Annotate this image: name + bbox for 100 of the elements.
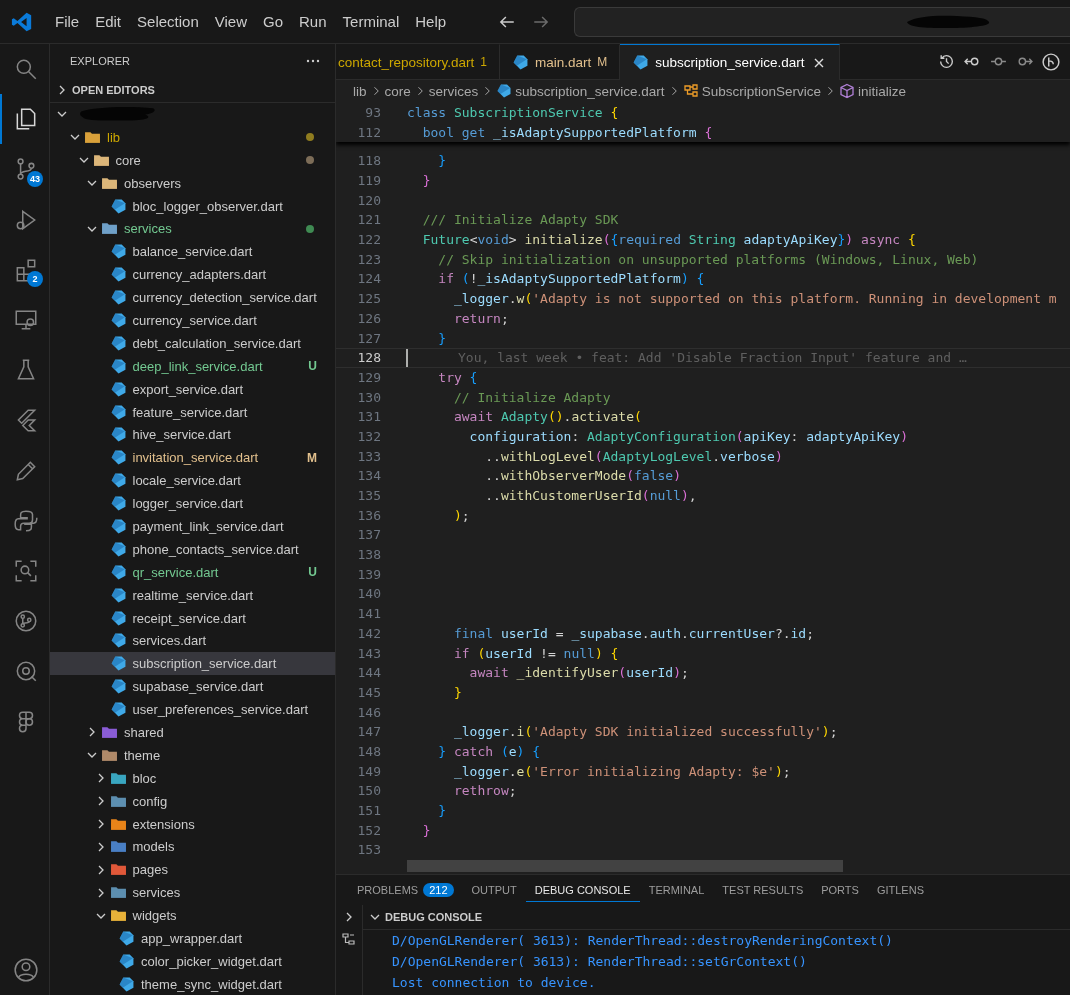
line-number: 152 <box>356 822 381 838</box>
tree-item[interactable]: feature_service.dart <box>50 400 335 424</box>
search-field[interactable] <box>574 6 1070 37</box>
tree-item[interactable]: pages <box>50 858 335 882</box>
activity-button[interactable]: 43 <box>0 144 50 195</box>
tree-item[interactable]: bloc_logger_observer.dart <box>50 194 335 218</box>
breadcrumb-item[interactable]: SubscriptionService <box>701 83 821 99</box>
tree-item[interactable]: currency_detection_service.dart <box>50 286 335 309</box>
file-type-icon <box>109 449 127 467</box>
file-name: services.dart <box>132 633 208 649</box>
tree-item[interactable]: qr_service.dart U <box>50 560 335 584</box>
tree-item[interactable]: services <box>50 217 335 241</box>
menu-item[interactable]: Run <box>291 6 335 37</box>
tree-item[interactable]: debt_calculation_service.dart <box>50 331 335 355</box>
tree-item[interactable]: models <box>50 835 335 859</box>
section-header[interactable]: OPEN EDITORS <box>72 84 155 96</box>
file-name: bloc <box>132 770 158 786</box>
tree-item[interactable]: locale_service.dart <box>50 469 335 493</box>
menu-item[interactable]: Go <box>255 6 291 37</box>
file-type-icon <box>118 952 135 970</box>
file-type-icon <box>109 426 127 444</box>
tree-item[interactable]: config <box>50 789 335 813</box>
tree-item[interactable]: core <box>50 148 335 172</box>
tree-item[interactable]: export_service.dart <box>50 377 335 401</box>
line-number: 122 <box>356 232 381 248</box>
file-name: user_preferences_service.dart <box>132 702 310 718</box>
panel-tab[interactable]: PORTS <box>812 878 868 902</box>
tree-item[interactable]: observers <box>50 171 335 195</box>
tree-item[interactable]: theme_sync_widget.dart <box>50 972 335 995</box>
menu-item[interactable]: File <box>47 6 88 37</box>
tree-icon[interactable] <box>341 932 357 948</box>
breadcrumb-item[interactable]: lib <box>353 83 367 99</box>
tree-item[interactable]: realtime_service.dart <box>50 583 335 607</box>
panel-tab[interactable]: OUTPUT <box>462 878 526 902</box>
tree-item[interactable]: payment_link_service.dart <box>50 515 335 538</box>
tab-label[interactable]: GITLENS <box>876 883 924 896</box>
tree-item[interactable]: services.dart <box>50 629 335 653</box>
tree-item[interactable]: balance_service.dart <box>50 240 335 264</box>
tree-item[interactable]: theme <box>50 743 335 767</box>
breadcrumb-item[interactable]: services <box>428 83 479 99</box>
section-header[interactable]: DEBUG CONSOLE <box>385 911 483 923</box>
tree-item[interactable]: deep_link_service.dart U <box>50 354 335 378</box>
tree-item[interactable]: user_preferences_service.dart <box>50 698 335 722</box>
file-name: services <box>124 221 173 237</box>
panel-tab[interactable]: TERMINAL <box>639 878 714 902</box>
tree-item[interactable]: color_picker_widget.dart <box>50 949 335 973</box>
tab-label[interactable]: main.dart <box>535 54 592 70</box>
editor-tab[interactable]: contact_repository.dart 1 <box>336 44 500 79</box>
tab-label[interactable]: TERMINAL <box>648 883 705 896</box>
code-line: bool get _isAdaptySupportedPlatform { <box>421 124 713 140</box>
tree-item[interactable]: app_wrapper.dart <box>50 927 335 950</box>
menu-item[interactable]: Selection <box>129 6 207 37</box>
git-status-letter: U <box>308 565 317 580</box>
tab-label[interactable]: OUTPUT <box>471 883 517 896</box>
panel-tab[interactable]: TEST RESULTS <box>713 878 813 902</box>
activity-button[interactable]: 2 <box>0 244 50 295</box>
tab-label[interactable]: PROBLEMS <box>357 883 419 896</box>
tree-item[interactable]: services <box>50 881 335 905</box>
tree-item[interactable]: currency_service.dart <box>50 309 335 332</box>
tree-item[interactable]: supabase_service.dart <box>50 675 335 699</box>
tree-item[interactable]: widgets <box>50 904 335 928</box>
panel-tab[interactable]: GITLENS <box>867 878 933 902</box>
breadcrumb-item[interactable]: core <box>384 83 411 99</box>
tab-label[interactable]: subscription_service.dart <box>655 55 805 70</box>
tree-item[interactable]: phone_contacts_service.dart <box>50 537 335 561</box>
panel-tab[interactable]: DEBUG CONSOLE <box>525 878 640 902</box>
line-number: 144 <box>356 665 381 681</box>
branch-circle-icon[interactable] <box>1042 52 1060 71</box>
tree-item[interactable]: lib <box>50 125 335 149</box>
tree-item[interactable]: logger_service.dart <box>50 492 335 516</box>
tree-item[interactable]: currency_adapters.dart <box>50 263 335 287</box>
code-line: } <box>421 822 431 838</box>
tab-label[interactable]: PORTS <box>821 883 859 896</box>
file-type-icon <box>109 609 127 627</box>
tree-item[interactable]: receipt_service.dart <box>50 606 335 630</box>
file-name: receipt_service.dart <box>132 610 247 626</box>
tree-item[interactable]: hive_service.dart <box>50 423 335 447</box>
tree-item[interactable]: bloc <box>50 766 335 790</box>
menu-item[interactable]: View <box>206 6 255 37</box>
code-line: ); <box>452 507 470 523</box>
editor-tab[interactable]: subscription_service.dart <box>620 44 840 80</box>
tab-status: M <box>597 55 608 69</box>
tab-label[interactable]: TEST RESULTS <box>722 883 804 896</box>
tab-label[interactable]: contact_repository.dart <box>338 54 475 70</box>
scrollbar-thumb[interactable] <box>407 860 843 872</box>
tree-item[interactable]: invitation_service.dart M <box>50 446 335 470</box>
breadcrumb-item[interactable]: subscription_service.dart <box>515 83 665 99</box>
menu-item[interactable]: Help <box>407 6 455 37</box>
menu-item[interactable]: Terminal <box>334 6 408 37</box>
file-name: subscription_service.dart <box>132 656 278 672</box>
file-name: shared <box>124 725 165 740</box>
menu-item[interactable]: Edit <box>87 6 130 37</box>
breadcrumb-item[interactable]: initialize <box>857 83 906 99</box>
tree-item[interactable]: extensions <box>50 812 335 836</box>
history-icon[interactable] <box>938 53 955 70</box>
tree-item[interactable]: shared <box>50 721 335 744</box>
tab-label[interactable]: DEBUG CONSOLE <box>534 883 631 896</box>
line-number: 135 <box>356 488 381 504</box>
tree-item[interactable]: subscription_service.dart <box>50 652 335 676</box>
panel-tab[interactable]: PROBLEMS 212 <box>348 878 463 902</box>
